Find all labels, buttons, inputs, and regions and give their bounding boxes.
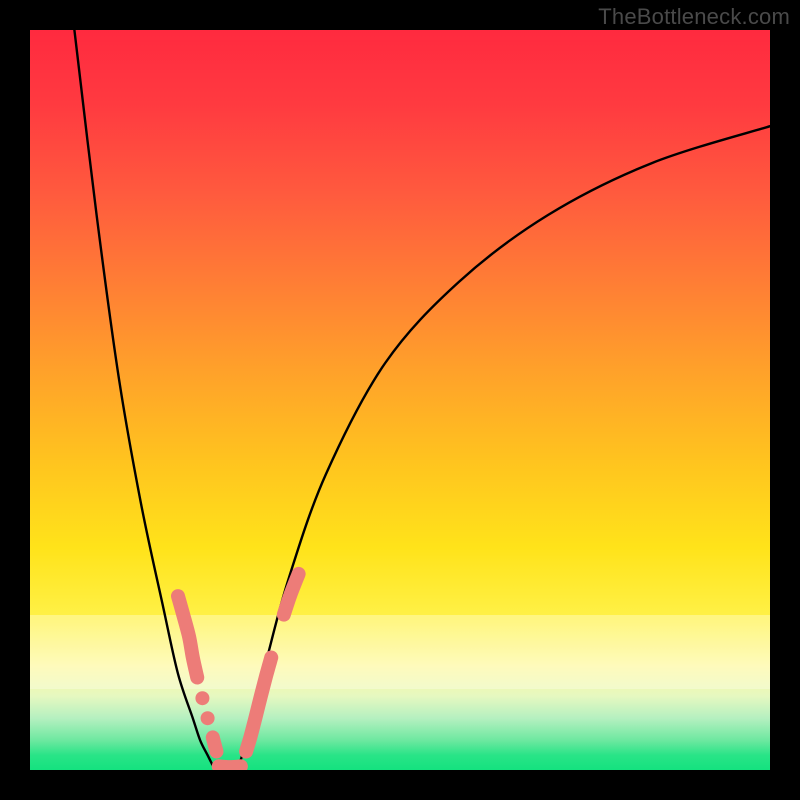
marker-left-mid-dot-b	[201, 711, 215, 725]
curve-right-arm	[237, 126, 770, 770]
chart-svg	[30, 30, 770, 770]
marker-right-lower-cluster	[246, 658, 271, 752]
marker-left-mid-dot-a	[195, 691, 209, 705]
marker-left-lower-pair	[213, 737, 217, 751]
marker-left-top-cluster	[178, 596, 197, 677]
watermark-text: TheBottleneck.com	[598, 4, 790, 30]
marker-bottom-bar	[219, 766, 241, 767]
plot-area	[30, 30, 770, 770]
curve-layer	[74, 30, 770, 770]
marker-layer	[178, 574, 299, 767]
marker-right-top-cluster	[284, 574, 299, 615]
chart-frame: TheBottleneck.com	[0, 0, 800, 800]
